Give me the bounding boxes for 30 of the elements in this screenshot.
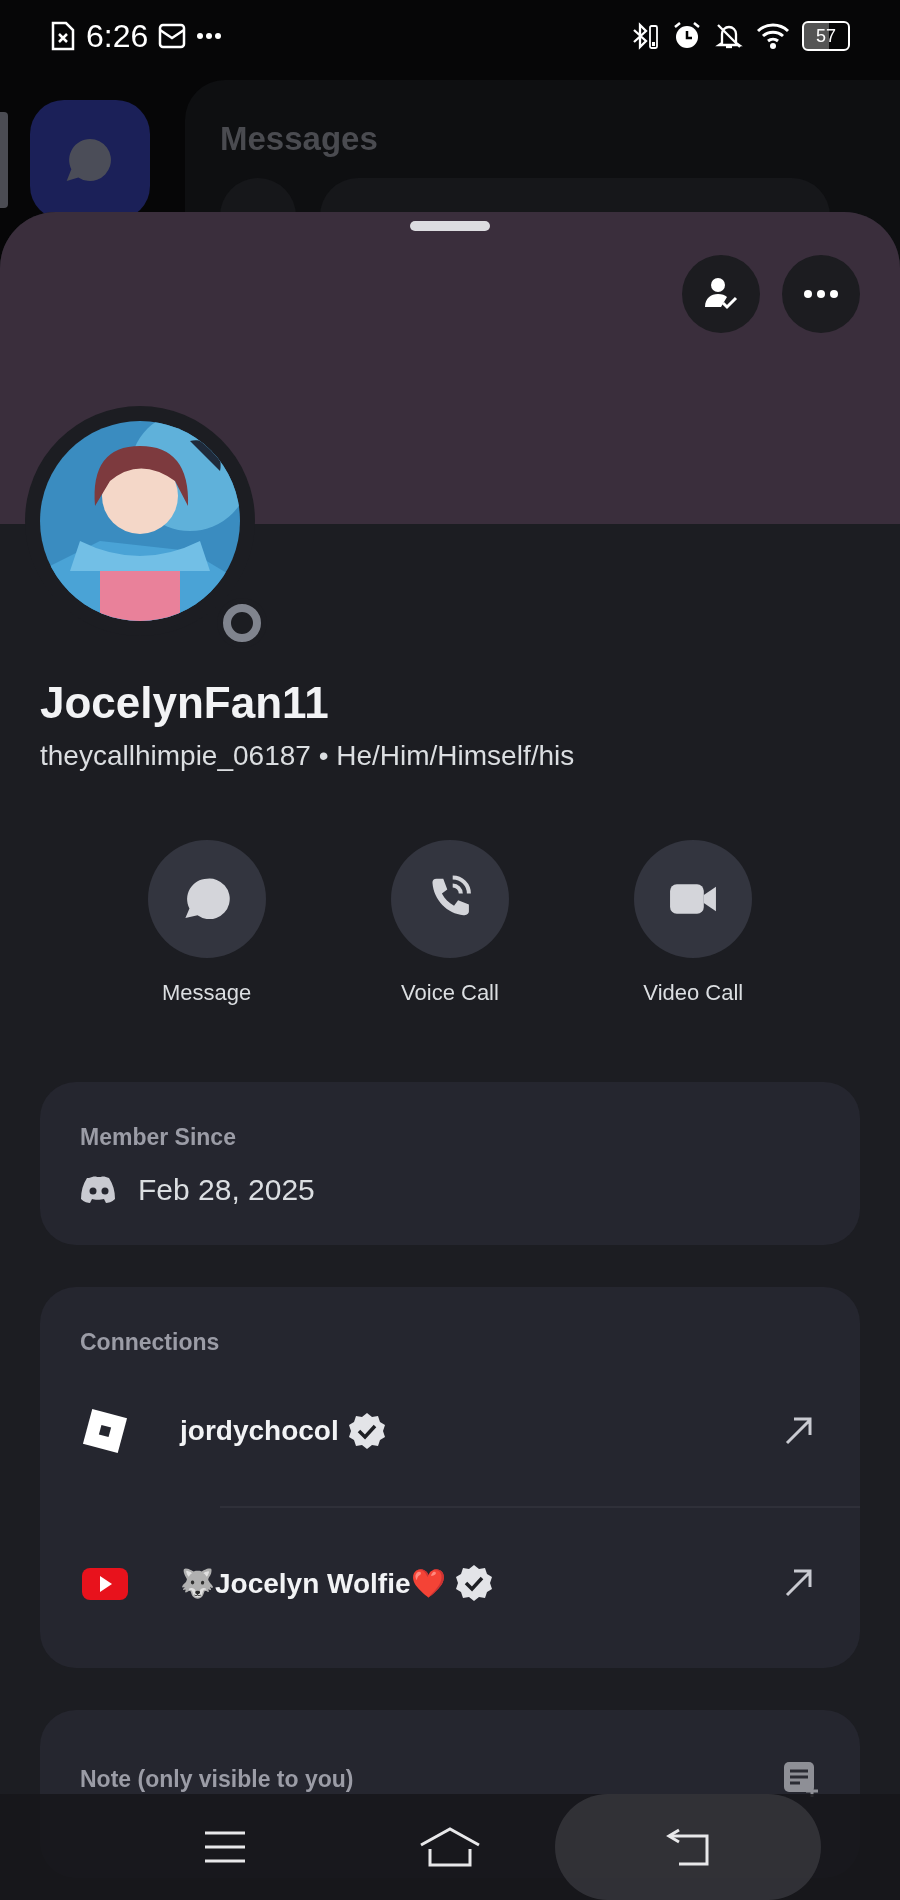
home-icon [419, 1827, 481, 1867]
join-date: Feb 28, 2025 [138, 1173, 315, 1207]
card-heading: Note (only visible to you) [80, 1765, 354, 1793]
wifi-icon [756, 22, 790, 50]
external-link-icon [783, 1415, 815, 1447]
more-icon [196, 32, 223, 40]
action-label: Voice Call [401, 980, 499, 1006]
bell-off-icon [714, 21, 744, 51]
action-label: Message [162, 980, 252, 1006]
more-icon [801, 289, 841, 299]
card-heading: Connections [80, 1329, 221, 1356]
file-icon [50, 21, 76, 51]
username-pronouns: theycallhimpie_06187 • He/Him/Himself/his [40, 740, 576, 772]
card-heading: Member Since [80, 1124, 237, 1151]
gamepad-icon [80, 1175, 118, 1205]
connection-name: jordychocol [180, 1415, 339, 1447]
battery-indicator: 57 [802, 21, 850, 51]
external-link-icon [783, 1567, 815, 1599]
action-label: Video Call [643, 980, 744, 1006]
panel-title: Messages [220, 120, 379, 158]
connection-row[interactable]: 🐺Jocelyn Wolfie❤ [80, 1508, 860, 1658]
drag-handle[interactable] [410, 221, 490, 231]
status-time: 6:26 [86, 17, 149, 55]
mail-icon [158, 22, 187, 50]
back-icon [665, 1828, 711, 1866]
menu-icon [203, 1830, 247, 1864]
alarm-icon [672, 21, 702, 51]
display-name: JocelynFan11 [40, 678, 330, 728]
connection-row[interactable]: jordychocol [80, 1356, 860, 1506]
connection-name: 🐺Jocelyn Wolfie❤ [180, 1566, 446, 1600]
